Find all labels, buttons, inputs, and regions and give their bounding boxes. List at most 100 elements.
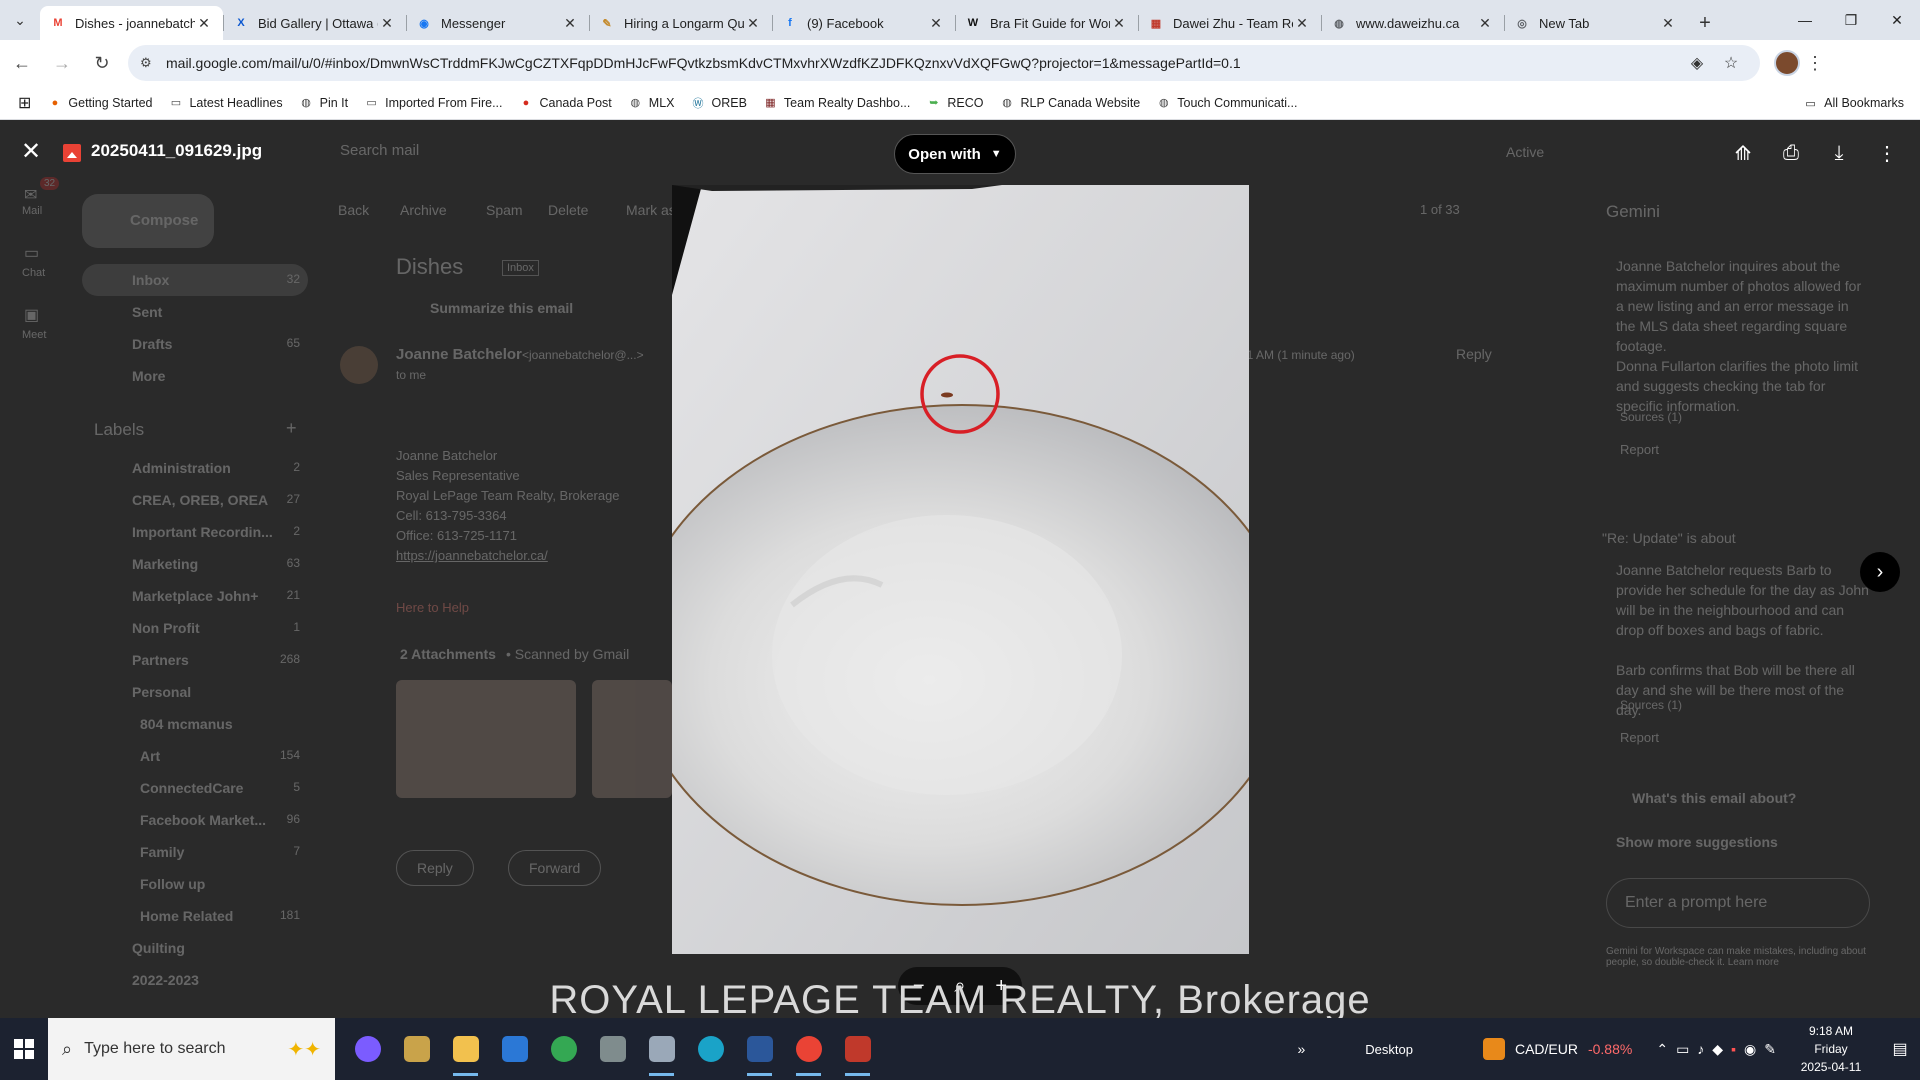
bookmark-item[interactable]: ◍ Touch Communicati... [1156,95,1298,110]
mail-icon: ✉ [24,187,38,204]
back-icon[interactable]: ← [4,45,40,81]
forward-icon[interactable]: → [44,45,80,81]
label-name: Home Related [140,908,234,924]
pen-icon[interactable]: ✎ [1764,1041,1776,1058]
folder-label: Drafts [132,336,173,352]
taskbar-app[interactable] [637,1018,686,1080]
bookmark-item[interactable]: ▭ Imported From Fire... [364,95,502,110]
dropbox-icon[interactable]: ◆ [1712,1041,1723,1058]
close-tab-icon[interactable]: ✕ [1293,15,1311,32]
bookmark-item[interactable]: ▦ Team Realty Dashbo... [763,95,910,110]
bookmark-item[interactable]: ◍ RLP Canada Website [1000,95,1140,110]
label-name: Follow up [140,876,206,892]
close-viewer-icon[interactable]: ✕ [18,139,44,165]
email-action: Spam [486,202,523,218]
taskbar-app[interactable] [490,1018,539,1080]
reply-label: Reply [1456,346,1492,362]
label-item: Personal [132,684,308,700]
recipient: to me [396,368,427,382]
close-tab-icon[interactable]: ✕ [1476,15,1494,32]
gemini-bullet: Joanne Batchelor inquires about the maxi… [1616,258,1862,354]
profile-avatar[interactable] [1774,50,1800,76]
messenger-icon: ◉ [419,17,429,30]
address-bar[interactable]: ⚙ mail.google.com/mail/u/0/#inbox/DmwnWs… [128,45,1760,81]
label-item: Follow up [140,876,308,892]
more-options-icon[interactable]: ⋮ [1872,138,1902,168]
tab-title: Messenger [441,15,506,31]
minimize-icon[interactable]: — [1782,0,1828,40]
next-image-icon[interactable]: › [1860,552,1900,592]
network-icon[interactable]: ▭ [1676,1041,1689,1058]
folder-icon: ▭ [170,97,182,109]
email-subject: Dishes [396,254,464,279]
status-active: Active [1506,144,1545,160]
taskbar-app[interactable] [833,1018,882,1080]
bookmark-item[interactable]: ● Getting Started [47,95,153,110]
apps-grid-icon[interactable]: ⊞ [18,93,31,113]
taskbar-app[interactable] [784,1018,833,1080]
search-icon: ⌕ [62,1038,73,1059]
tab-title: New Tab [1539,15,1590,31]
tab-search-icon[interactable]: ⌄ [0,0,40,40]
bookmark-item[interactable]: ➥ RECO [926,95,983,110]
bookmark-item[interactable]: ● Canada Post [519,95,612,110]
notifications-icon[interactable]: ▤ [1880,1039,1920,1059]
close-tab-icon[interactable]: ✕ [378,15,396,32]
close-tab-icon[interactable]: ✕ [744,15,762,32]
start-button[interactable] [0,1018,48,1080]
close-tab-icon[interactable]: ✕ [1110,15,1128,32]
reload-icon[interactable]: ↻ [84,45,120,81]
taskbar-app[interactable] [539,1018,588,1080]
webcam-icon[interactable]: ◉ [1744,1041,1756,1058]
print-icon[interactable]: ⎙ [1776,138,1806,168]
bookmark-item[interactable]: ◍ Pin It [299,95,348,110]
close-window-icon[interactable]: ✕ [1874,0,1920,40]
app-tray-icon[interactable]: ▪ [1731,1041,1736,1057]
all-bookmarks-folder[interactable]: ▭ All Bookmarks [1803,86,1904,120]
browser-tab[interactable]: W Bra Fit Guide for Wor ✕ [955,6,1138,40]
taskbar-app[interactable] [735,1018,784,1080]
url-text[interactable]: mail.google.com/mail/u/0/#inbox/DmwnWsCT… [166,55,1680,71]
new-tab-button[interactable]: + [1687,6,1723,40]
show-hidden-icons[interactable]: ⌃ [1656,1041,1668,1058]
open-with-button[interactable]: Open with ▼ [894,134,1016,174]
browser-tab[interactable]: ✎ Hiring a Longarm Qu ✕ [589,6,772,40]
tab-title: Bra Fit Guide for Wor [990,15,1110,31]
taskbar-app[interactable] [686,1018,735,1080]
label-name: CREA, OREB, OREA [132,492,269,508]
close-tab-icon[interactable]: ✕ [195,15,213,32]
taskbar-app[interactable] [441,1018,490,1080]
close-tab-icon[interactable]: ✕ [1659,15,1677,32]
taskbar-app[interactable] [588,1018,637,1080]
browser-tab[interactable]: ▦ Dawei Zhu - Team Re ✕ [1138,6,1321,40]
browser-tab[interactable]: f (9) Facebook ✕ [772,6,955,40]
browser-tab[interactable]: ◎ New Tab ✕ [1504,6,1687,40]
site-info-icon[interactable]: ⚙ [140,55,162,71]
close-tab-icon[interactable]: ✕ [561,15,579,32]
bookmark-item[interactable]: Ⓦ OREB [690,95,746,110]
volume-icon[interactable]: ♪ [1697,1041,1704,1057]
currency-widget[interactable]: CAD/EUR -0.88% [1482,1038,1632,1060]
bookmark-item[interactable]: ▭ Latest Headlines [168,95,283,110]
clock[interactable]: 9:18 AM Friday 2025-04-11 [1796,1022,1866,1076]
browser-tab[interactable]: ◉ Messenger ✕ [406,6,589,40]
lens-icon[interactable]: ◈ [1680,53,1714,73]
download-icon[interactable]: ⤓ [1824,138,1854,168]
restore-icon[interactable]: ❐ [1828,0,1874,40]
browser-tab[interactable]: M Dishes - joannebatch ✕ [40,6,223,40]
chrome-menu-icon[interactable]: ⋮ [1800,53,1830,74]
overflow-chevrons-icon[interactable]: » [1297,1041,1305,1057]
bookmark-item[interactable]: ◍ MLX [628,95,674,110]
bookmark-star-icon[interactable]: ☆ [1714,53,1748,73]
close-tab-icon[interactable]: ✕ [927,15,945,32]
add-to-drive-icon[interactable]: ⟰ [1728,138,1758,168]
tab-title: Bid Gallery | Ottawa ( [258,15,378,31]
label-name: Facebook Market... [140,812,267,828]
taskbar-app[interactable] [343,1018,392,1080]
browser-tab[interactable]: ◍ www.daweizhu.ca ✕ [1321,6,1504,40]
gemini-bullet: Barb confirms that Bob will be there all… [1616,662,1855,718]
taskbar-app[interactable] [392,1018,441,1080]
taskbar-search-input[interactable]: ⌕ Type here to search ✦✦ [48,1018,335,1080]
desktop-toolbar[interactable]: Desktop [1365,1042,1413,1057]
browser-tab[interactable]: X Bid Gallery | Ottawa (✕ [223,6,406,40]
